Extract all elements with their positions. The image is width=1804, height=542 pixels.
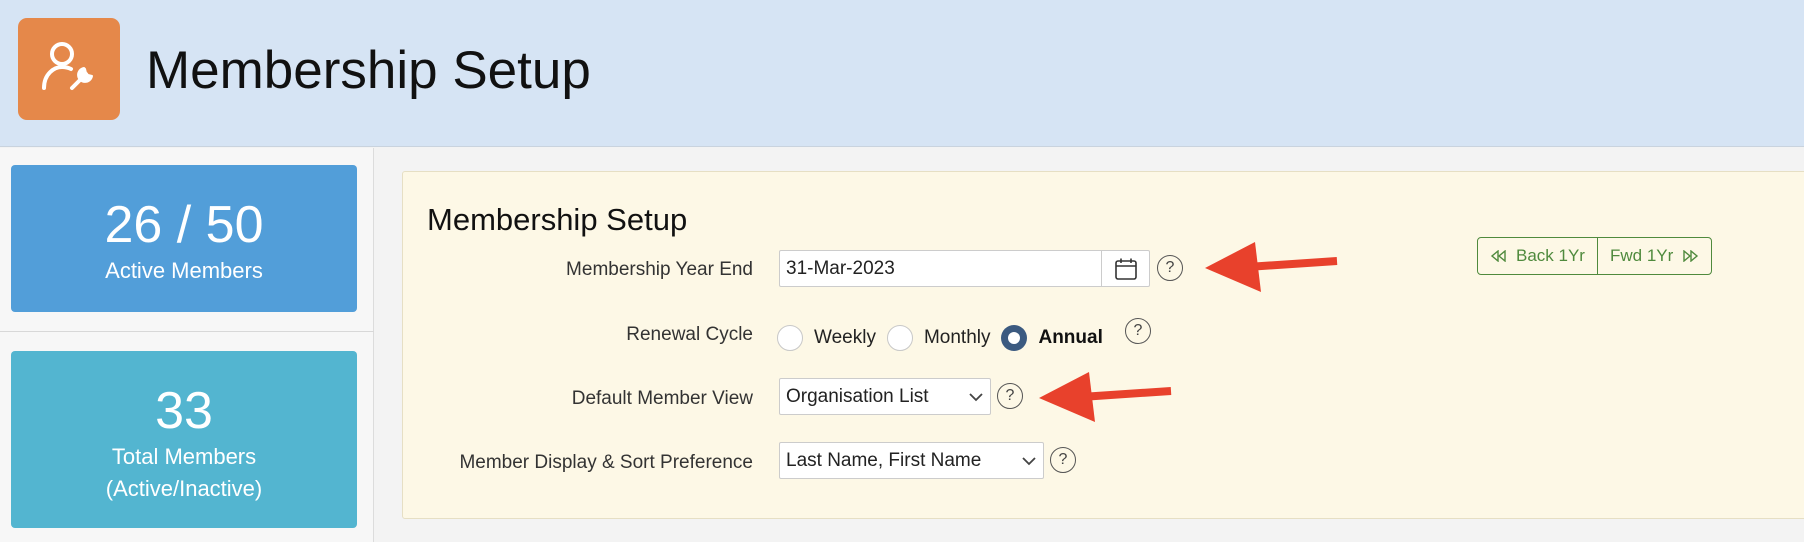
calendar-button[interactable]: [1101, 251, 1149, 286]
default-view-value: Organisation List: [786, 385, 929, 407]
year-end-date-group: [779, 250, 1150, 287]
fast-forward-icon: [1683, 250, 1699, 262]
calendar-icon: [1114, 258, 1137, 280]
page-header: Membership Setup: [0, 0, 1804, 147]
total-members-sublabel: (Active/Inactive): [105, 476, 263, 501]
fwd-1yr-button[interactable]: Fwd 1Yr: [1596, 238, 1711, 274]
year-end-input[interactable]: [780, 251, 1101, 286]
display-sort-label: Member Display & Sort Preference: [459, 452, 753, 473]
display-sort-select[interactable]: Last Name, First Name: [779, 442, 1044, 479]
total-members-card[interactable]: 33 Total Members (Active/Inactive): [11, 351, 357, 528]
display-sort-help-icon[interactable]: ?: [1050, 447, 1076, 473]
display-sort-value: Last Name, First Name: [786, 449, 982, 471]
total-members-value: 33: [155, 382, 213, 440]
renewal-cycle-radio-group: Weekly Monthly Annual: [777, 318, 1114, 358]
sidebar: 26 / 50 Active Members 33 Total Members …: [0, 148, 374, 542]
annotation-arrow-icon: [1039, 372, 1172, 422]
fwd-1yr-label: Fwd 1Yr: [1609, 246, 1674, 265]
year-end-label: Membership Year End: [566, 259, 753, 280]
active-members-card[interactable]: 26 / 50 Active Members: [11, 165, 357, 312]
rewind-icon: [1490, 250, 1506, 262]
sidebar-divider: [0, 331, 374, 332]
year-nav-group: Back 1Yr Fwd 1Yr: [1477, 237, 1713, 275]
radio-annual[interactable]: [1001, 325, 1028, 351]
radio-monthly[interactable]: [886, 325, 913, 351]
default-view-label: Default Member View: [571, 388, 753, 409]
member-settings-icon: [18, 18, 120, 120]
active-members-value: 26 / 50: [104, 196, 264, 254]
panel-title: Membership Setup: [427, 202, 688, 237]
total-members-label: Total Members: [111, 444, 257, 469]
default-view-help-icon[interactable]: ?: [997, 383, 1023, 409]
annotation-arrow-icon: [1205, 242, 1338, 292]
chevron-down-icon: [969, 392, 983, 401]
renewal-help-icon[interactable]: ?: [1125, 318, 1151, 344]
radio-annual-label: Annual: [1038, 327, 1103, 348]
chevron-down-icon: [1022, 456, 1036, 465]
radio-weekly-label: Weekly: [814, 327, 876, 348]
default-view-select[interactable]: Organisation List: [779, 378, 991, 415]
back-1yr-label: Back 1Yr: [1516, 246, 1585, 265]
back-1yr-button[interactable]: Back 1Yr: [1478, 238, 1597, 274]
radio-weekly[interactable]: [777, 325, 803, 351]
active-members-label: Active Members: [105, 258, 263, 283]
membership-setup-panel: Membership Setup Membership Year End ? R…: [402, 171, 1804, 519]
page-title: Membership Setup: [146, 41, 591, 100]
renewal-cycle-label: Renewal Cycle: [626, 324, 753, 345]
radio-monthly-label: Monthly: [923, 327, 991, 348]
year-end-help-icon[interactable]: ?: [1157, 255, 1183, 281]
